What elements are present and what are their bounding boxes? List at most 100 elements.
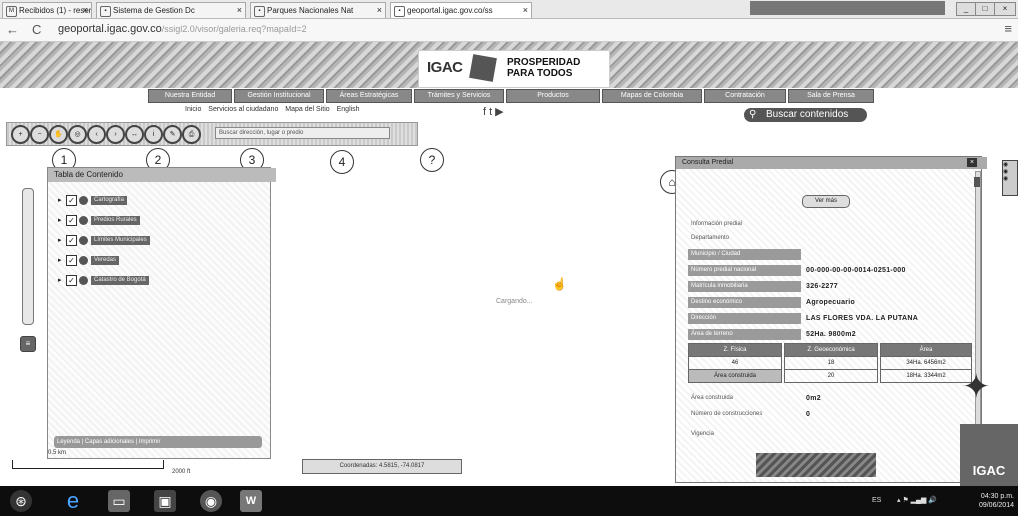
back-icon[interactable]: ←: [6, 22, 19, 37]
info-row: Destino económico Agropecuario: [688, 297, 973, 308]
expand-icon: ▸: [58, 217, 62, 224]
chrome-icon[interactable]: ◉: [200, 490, 222, 512]
igac-logo: IGAC: [427, 59, 463, 76]
previous-extent-icon[interactable]: ‹: [87, 125, 106, 144]
layer-item[interactable]: ▸ ✓ Catastro de Bogotá: [58, 274, 149, 287]
zoom-out-icon[interactable]: −: [30, 125, 49, 144]
nav-item[interactable]: Sala de Prensa: [788, 89, 874, 103]
draw-icon[interactable]: ✎: [163, 125, 182, 144]
scale-bar: [12, 460, 164, 469]
page-icon: ▪: [100, 6, 111, 17]
layer-checkbox[interactable]: ✓: [66, 214, 77, 226]
gmail-icon: M: [6, 6, 17, 17]
close-window-icon[interactable]: ×: [994, 2, 1016, 16]
table-header-row: Z. Física Z. Geoeconómica Área: [688, 343, 972, 357]
new-tab-area[interactable]: [750, 1, 945, 15]
pan-icon[interactable]: ✋: [49, 125, 68, 144]
expand-icon: ▸: [58, 237, 62, 244]
social-icons: ft▶: [483, 105, 507, 118]
tray-icons[interactable]: ▴ ⚑ ▂▄▆ 🔊: [897, 496, 937, 504]
word-icon[interactable]: W: [240, 490, 262, 512]
globe-icon: [79, 255, 88, 265]
map-search-input[interactable]: Buscar dirección, lugar o predio: [215, 127, 390, 139]
identify-icon[interactable]: i: [144, 125, 163, 144]
info-more-button[interactable]: Ver más: [802, 195, 850, 208]
table-row: Área construida 20 18Ha. 3344m2: [688, 369, 972, 383]
logo-area[interactable]: IGAC PROSPERIDAD PARA TODOS: [418, 50, 610, 88]
close-icon[interactable]: ×: [967, 158, 977, 167]
info-row: Municipio / Ciudad: [688, 249, 973, 260]
layer-item[interactable]: ▸ ✓ Predios Rurales: [58, 214, 140, 227]
map-side-controls[interactable]: ◉ ◉ ◉: [1002, 160, 1018, 196]
layer-item[interactable]: ▸ ✓ Veredas: [58, 254, 120, 267]
browser-tab[interactable]: ▪ Sistema de Gestion Dc ×: [96, 2, 246, 18]
info-panel-title: Consulta Predial: [676, 157, 987, 169]
zoom-in-icon[interactable]: +: [11, 125, 30, 144]
reload-icon[interactable]: C: [32, 22, 41, 37]
layer-checkbox[interactable]: ✓: [66, 234, 77, 246]
info-footer-image: [756, 453, 876, 477]
help-callout-icon[interactable]: ?: [420, 148, 444, 172]
link-english[interactable]: English: [337, 106, 360, 113]
info-scroll-thumb[interactable]: [974, 177, 980, 187]
layers-footer-tabs[interactable]: Leyenda | Capas adicionales | Imprimir: [54, 436, 262, 448]
secondary-links: Inicio Servicios al ciudadano Mapa del S…: [185, 106, 365, 118]
address-bar: ← C geoportal.igac.gov.co/ssigl2.0/visor…: [0, 19, 1018, 42]
link-servicios[interactable]: Servicios al ciudadano: [208, 106, 278, 113]
layer-checkbox[interactable]: ✓: [66, 254, 77, 266]
browser-tab-active[interactable]: ▪ geoportal.igac.gov.co/ss ×: [390, 2, 532, 18]
callout-4: 4: [330, 150, 354, 174]
file-explorer-icon[interactable]: ▭: [108, 490, 130, 512]
print-icon[interactable]: ⎙: [182, 125, 201, 144]
nav-item[interactable]: Áreas Estratégicas: [326, 89, 412, 103]
language-indicator[interactable]: ES: [872, 497, 881, 504]
scale-label: 2000 ft: [172, 469, 191, 475]
maximize-icon[interactable]: □: [975, 2, 995, 16]
link-inicio[interactable]: Inicio: [185, 106, 201, 113]
minimize-icon[interactable]: _: [956, 2, 976, 16]
nav-item[interactable]: Contratación: [704, 89, 786, 103]
media-icon[interactable]: ▣: [154, 490, 176, 512]
layer-checkbox[interactable]: ✓: [66, 194, 77, 206]
zoom-knob[interactable]: ≡: [20, 336, 36, 352]
start-icon[interactable]: ⊛: [10, 490, 32, 512]
nav-item[interactable]: Productos: [506, 89, 600, 103]
full-extent-icon[interactable]: ◎: [68, 125, 87, 144]
page-icon: ▪: [394, 6, 405, 17]
close-tab-icon[interactable]: ×: [523, 3, 528, 18]
url-field[interactable]: geoportal.igac.gov.co/ssigl2.0/visor/gal…: [58, 22, 988, 37]
nav-item[interactable]: Mapas de Colombia: [602, 89, 702, 103]
internet-explorer-icon[interactable]: e: [62, 490, 84, 512]
expand-icon: ▸: [58, 277, 62, 284]
measure-icon[interactable]: ↔: [125, 125, 144, 144]
search-icon: ⚲: [749, 109, 757, 120]
clock[interactable]: 04:30 p.m. 09/06/2014: [958, 492, 1014, 510]
layer-item[interactable]: ▸ ✓ Cartografía: [58, 194, 128, 207]
browser-tab[interactable]: MRecibidos (1) - reservas r×: [2, 2, 92, 18]
info-row: Área construida 0m2: [691, 395, 821, 402]
nav-item[interactable]: Trámites y Servicios: [414, 89, 504, 103]
globe-icon: [79, 235, 88, 245]
layer-checkbox[interactable]: ✓: [66, 274, 77, 286]
browser-tab[interactable]: ▪ Parques Nacionales Nat ×: [250, 2, 386, 18]
expand-icon: ▸: [58, 197, 62, 204]
zoom-slider[interactable]: [22, 188, 34, 325]
info-row: Número de construcciones 0: [691, 411, 811, 418]
search-button[interactable]: ⚲ Buscar contenidos: [744, 108, 867, 122]
close-tab-icon[interactable]: ×: [237, 3, 242, 18]
menu-icon[interactable]: ≡: [1004, 21, 1012, 36]
link-mapa-sitio[interactable]: Mapa del Sitio: [285, 106, 329, 113]
map-status-text: Cargando...: [496, 298, 533, 305]
close-tab-icon[interactable]: ×: [83, 3, 88, 18]
youtube-icon[interactable]: ▶: [495, 106, 506, 118]
layer-item[interactable]: ▸ ✓ Límites Municipales: [58, 234, 150, 247]
taskbar: ⊛ e ▭ ▣ ◉ W ES ▴ ⚑ ▂▄▆ 🔊 04:30 p.m. 09/06…: [0, 486, 1018, 516]
info-row: Matrícula inmobiliaria 326-2277: [688, 281, 973, 292]
map-toolbar: + − ✋ ◎ ‹ › ↔ i ✎ ⎙ Buscar dirección, lu…: [6, 122, 418, 146]
close-tab-icon[interactable]: ×: [377, 3, 382, 18]
next-extent-icon[interactable]: ›: [106, 125, 125, 144]
nav-item[interactable]: Nuestra Entidad: [148, 89, 232, 103]
info-row: Departamento: [691, 235, 730, 241]
nav-item[interactable]: Gestión Institucional: [234, 89, 324, 103]
zones-table: Z. Física Z. Geoeconómica Área 46 18 34H…: [688, 343, 972, 383]
